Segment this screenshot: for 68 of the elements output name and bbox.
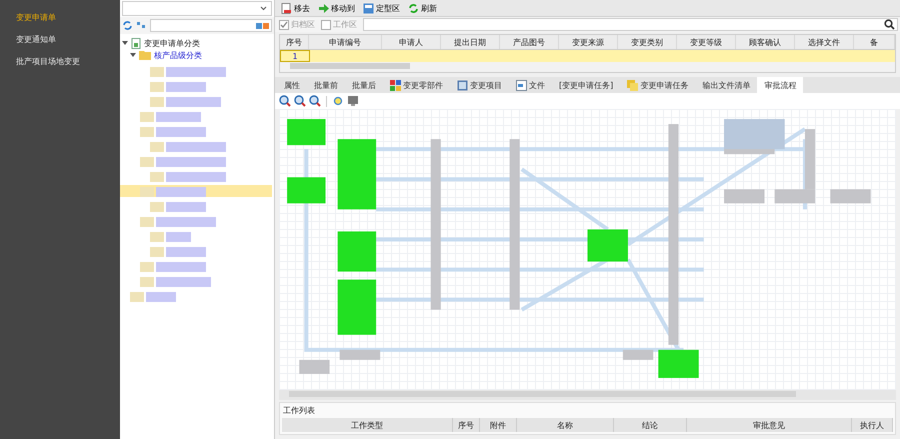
sidebar-item[interactable]: 批产项目场地变更 (0, 52, 120, 74)
column-header[interactable]: 提出日期 (441, 35, 500, 49)
panel-title: 工作列表 (282, 405, 316, 417)
tab[interactable]: 审批流程 (757, 77, 804, 93)
checkbox[interactable] (321, 20, 331, 30)
column-header[interactable]: 申请编号 (309, 35, 382, 49)
refresh-icon[interactable] (122, 20, 133, 31)
toolbar-button[interactable]: 移动到 (316, 2, 357, 14)
column-header[interactable]: 附件 (480, 418, 517, 432)
checkbox[interactable] (279, 20, 289, 30)
tab[interactable]: 属性 (277, 77, 307, 93)
save-icon (363, 2, 374, 14)
refresh-icon (408, 2, 419, 14)
column-header[interactable]: 序号 (453, 418, 480, 432)
tab[interactable]: 输出文件清单 (695, 77, 758, 93)
arrow-icon (318, 2, 329, 14)
expand-icon[interactable] (122, 40, 128, 46)
tree-node[interactable]: 变更申请单分类 (122, 37, 272, 49)
search-field[interactable] (363, 18, 898, 31)
tree-label: 变更申请单分类 (144, 38, 200, 48)
table-cell: 1 (280, 50, 310, 62)
tab[interactable]: 批量后 (345, 77, 383, 93)
column-header[interactable]: 选择文件 (795, 35, 854, 49)
column-header[interactable]: 产品图号 (500, 35, 559, 49)
scrollbar[interactable] (280, 62, 895, 72)
file-icon (516, 80, 527, 90)
target-icon[interactable] (332, 95, 344, 107)
chevron-icon (260, 6, 267, 11)
zoom-icon[interactable] (279, 95, 291, 107)
column-header[interactable]: 申请人 (382, 35, 441, 49)
sidebar-item[interactable]: 变更申请单 (0, 8, 120, 30)
document-remove-icon (281, 2, 292, 14)
search-field[interactable] (150, 19, 272, 32)
scrollbar[interactable] (279, 390, 896, 400)
column-header[interactable]: 变更来源 (559, 35, 618, 49)
document-icon (131, 38, 141, 48)
toolbar-button[interactable]: 移去 (279, 2, 312, 14)
tab[interactable]: 文件 (509, 77, 552, 93)
tree-node[interactable]: 核产品级分类 (122, 49, 272, 61)
zoom-icon[interactable] (294, 95, 306, 107)
folder-icon (139, 50, 151, 60)
window-icon (457, 80, 468, 90)
column-header[interactable]: 备 (854, 35, 895, 49)
tab[interactable]: 变更零部件 (383, 77, 450, 93)
zoom-icon[interactable] (309, 95, 321, 107)
toolbar-button[interactable]: 刷新 (406, 2, 439, 14)
column-header[interactable]: 变更等级 (677, 35, 736, 49)
column-header[interactable]: 执行人 (852, 418, 893, 432)
sidebar-item[interactable]: 变更通知单 (0, 30, 120, 52)
column-header[interactable]: 工作类型 (282, 418, 453, 432)
table-row[interactable]: 1 (280, 50, 895, 62)
toolbar-button[interactable]: 定型区 (361, 2, 402, 14)
tab[interactable]: 变更项目 (450, 77, 509, 93)
column-header[interactable]: 名称 (517, 418, 614, 432)
column-header[interactable]: 序号 (280, 35, 309, 49)
tab[interactable]: 变更申请任务 (620, 77, 696, 93)
task-icon (627, 80, 638, 90)
tab[interactable]: 批量前 (307, 77, 345, 93)
column-header[interactable]: 审批意见 (687, 418, 852, 432)
tree-link[interactable]: 核产品级分类 (154, 50, 202, 60)
column-header[interactable]: 变更类别 (618, 35, 677, 49)
expand-icon[interactable] (130, 52, 136, 58)
tab[interactable]: [变更申请任务] (552, 77, 620, 93)
column-header[interactable]: 顾客确认 (736, 35, 795, 49)
search-icon[interactable] (884, 19, 895, 30)
column-header[interactable]: 结论 (614, 418, 687, 432)
grid-icon (390, 80, 401, 90)
monitor-icon[interactable] (347, 95, 359, 107)
